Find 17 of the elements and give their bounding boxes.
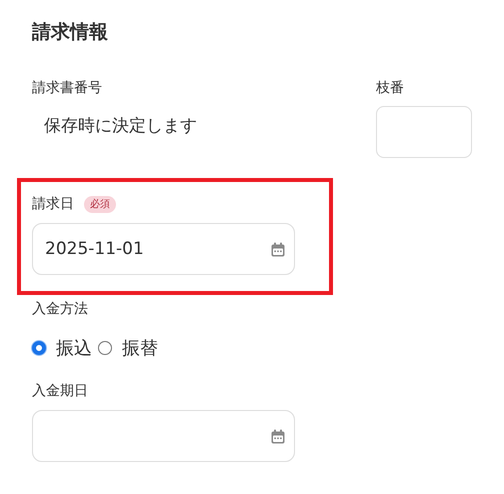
- field-label: 入金期日: [32, 382, 88, 400]
- required-badge: 必須: [84, 196, 116, 212]
- calendar-icon[interactable]: [270, 240, 286, 258]
- field-label: 入金方法: [32, 300, 88, 318]
- field-label: 枝番: [376, 79, 405, 97]
- radio-button[interactable]: [98, 341, 112, 355]
- invoice-number-text: 保存時に決定します: [44, 115, 197, 137]
- field-label: 請求日: [32, 195, 74, 213]
- radio-option[interactable]: 振込: [32, 336, 92, 360]
- field-label: 請求書番号: [32, 79, 103, 97]
- date-field[interactable]: 2025-11-01: [32, 223, 295, 275]
- calendar-icon[interactable]: [270, 428, 286, 444]
- radio-option[interactable]: 振替: [98, 336, 158, 360]
- date-field[interactable]: [32, 410, 295, 462]
- radio-button[interactable]: [32, 341, 46, 355]
- section-title: 請求情報: [32, 20, 108, 45]
- branch-number-field[interactable]: [376, 106, 472, 158]
